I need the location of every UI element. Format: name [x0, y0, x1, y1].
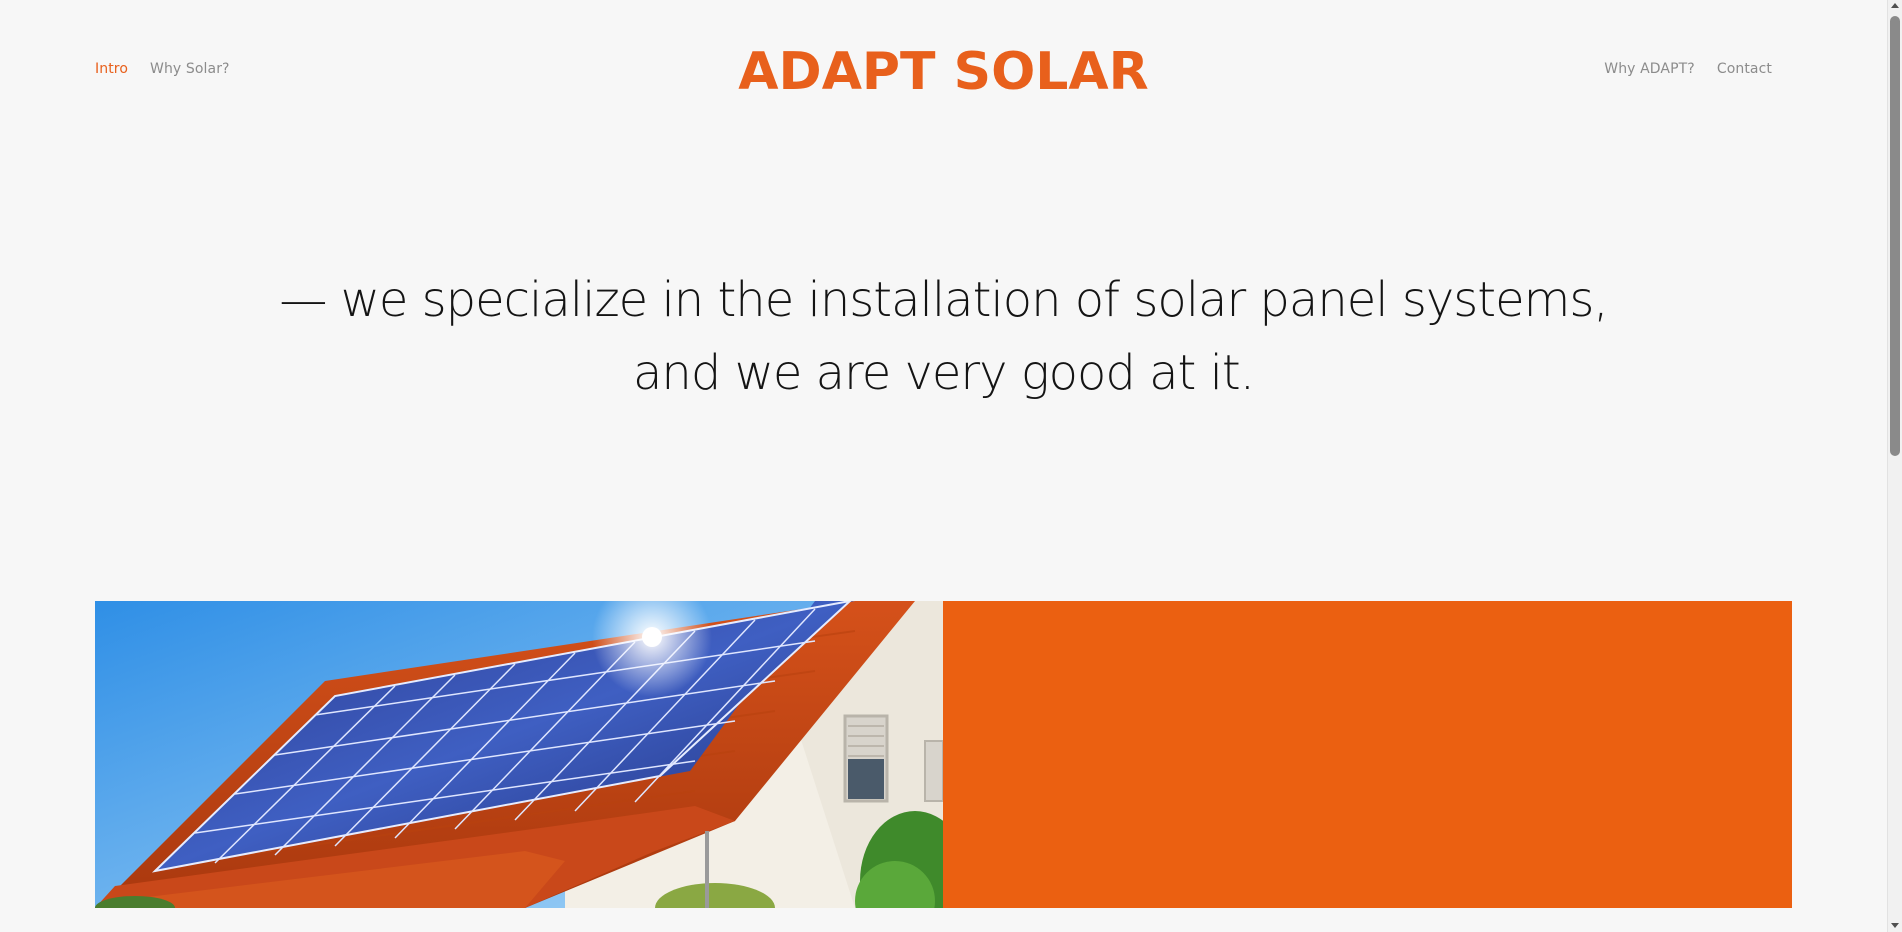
accent-color-block [943, 601, 1792, 908]
hero-line-1: — we specialize in the installation of s… [279, 272, 1608, 328]
feature-section [95, 601, 1792, 908]
scroll-thumb[interactable] [1890, 16, 1900, 456]
hero-line-2: and we are very good at it. [633, 345, 1255, 401]
nav-link-contact[interactable]: Contact [1717, 61, 1772, 77]
scroll-up-arrow-icon[interactable] [1891, 3, 1899, 8]
scroll-down-arrow-icon[interactable] [1891, 923, 1899, 928]
solar-house-illustration [95, 601, 943, 908]
nav-link-why-adapt[interactable]: Why ADAPT? [1604, 61, 1695, 77]
page: Intro Why Solar? ADAPT SOLAR Why ADAPT? … [0, 0, 1902, 932]
solar-house-image [95, 601, 943, 908]
hero-tagline: — we specialize in the installation of s… [0, 264, 1887, 410]
page-scrollbar[interactable] [1887, 0, 1902, 932]
primary-nav-right: Why ADAPT? Contact [1604, 61, 1772, 77]
